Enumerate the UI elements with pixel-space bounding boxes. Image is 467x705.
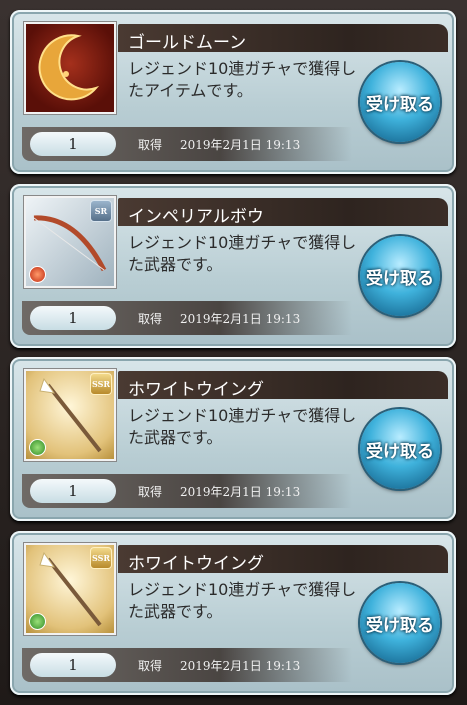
wind-element-icon	[29, 439, 46, 456]
quantity-badge: 1	[30, 306, 116, 330]
acquired-date: 2019年2月1日 19:13	[180, 485, 301, 499]
acquired-date: 2019年2月1日 19:13	[180, 312, 301, 326]
title-bar: ホワイトウイング	[118, 545, 448, 574]
meta-bar: 1 取得 2019年2月1日 19:13	[22, 301, 352, 335]
weapon-thumbnail[interactable]: SSR	[24, 369, 116, 461]
item-thumbnail[interactable]	[24, 22, 116, 114]
rarity-badge: SSR	[90, 373, 112, 395]
title-bar: ホワイトウイング	[118, 371, 448, 400]
item-name: ホワイトウイング	[128, 380, 264, 400]
gift-card: ゴールドムーン レジェンド10連ガチャで獲得したアイテムです。 1 取得 201…	[10, 10, 456, 174]
gift-card: SSR ホワイトウイング レジェンド10連ガチャで獲得した武器です。 1 取得 …	[10, 531, 456, 695]
fire-element-icon	[29, 266, 46, 283]
weapon-thumbnail[interactable]: SR	[24, 196, 116, 288]
item-name: インペリアルボウ	[128, 207, 264, 227]
acquired-date: 2019年2月1日 19:13	[180, 138, 301, 152]
item-description: レジェンド10連ガチャで獲得した武器です。	[128, 233, 357, 274]
acquired-label: 取得	[138, 485, 163, 499]
item-description: レジェンド10連ガチャで獲得した武器です。	[128, 406, 357, 447]
item-description: レジェンド10連ガチャで獲得したアイテムです。	[128, 59, 357, 100]
receive-button[interactable]: 受け取る	[360, 583, 440, 663]
meta-bar: 1 取得 2019年2月1日 19:13	[22, 474, 352, 508]
crescent-moon-icon	[38, 34, 100, 101]
item-description: レジェンド10連ガチャで獲得した武器です。	[128, 580, 357, 621]
acquired-label: 取得	[138, 659, 163, 673]
meta-bar: 1 取得 2019年2月1日 19:13	[22, 127, 352, 161]
quantity-badge: 1	[30, 479, 116, 503]
wind-element-icon	[29, 613, 46, 630]
item-name: ゴールドムーン	[128, 33, 247, 53]
acquired-label: 取得	[138, 138, 163, 152]
rarity-badge: SSR	[90, 547, 112, 569]
title-bar: ゴールドムーン	[118, 24, 448, 53]
quantity-badge: 1	[30, 132, 116, 156]
quantity-badge: 1	[30, 653, 116, 677]
title-bar: インペリアルボウ	[118, 198, 448, 227]
acquired-label: 取得	[138, 312, 163, 326]
meta-bar: 1 取得 2019年2月1日 19:13	[22, 648, 352, 682]
rarity-badge: SR	[90, 200, 112, 222]
receive-button[interactable]: 受け取る	[360, 62, 440, 142]
gift-card: SSR ホワイトウイング レジェンド10連ガチャで獲得した武器です。 1 取得 …	[10, 357, 456, 521]
gift-card: SR インペリアルボウ レジェンド10連ガチャで獲得した武器です。 1 取得 2…	[10, 184, 456, 348]
receive-button[interactable]: 受け取る	[360, 236, 440, 316]
receive-button[interactable]: 受け取る	[360, 409, 440, 489]
gift-list: ゴールドムーン レジェンド10連ガチャで獲得したアイテムです。 1 取得 201…	[0, 0, 467, 705]
acquired-date: 2019年2月1日 19:13	[180, 659, 301, 673]
weapon-thumbnail[interactable]: SSR	[24, 543, 116, 635]
item-name: ホワイトウイング	[128, 554, 264, 574]
